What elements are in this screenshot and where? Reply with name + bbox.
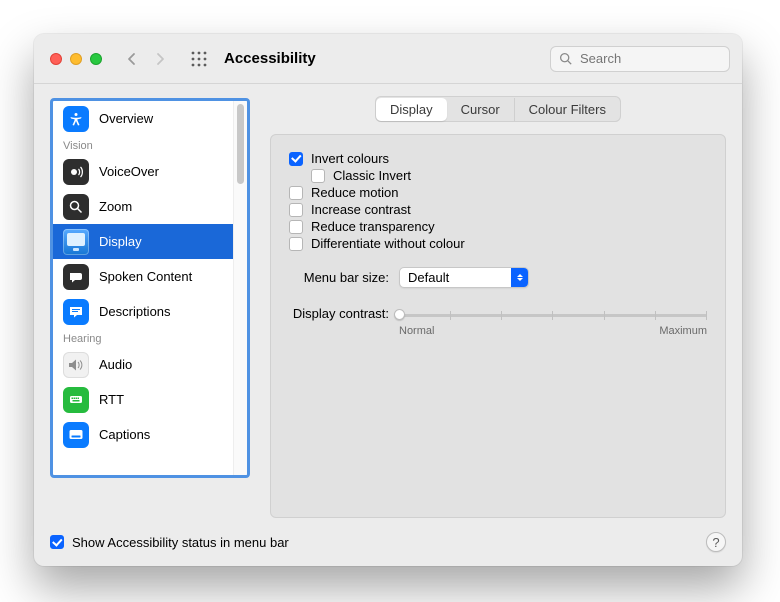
increase-contrast-row[interactable]: Increase contrast	[289, 202, 707, 217]
menu-bar-size-select[interactable]: Default	[399, 267, 529, 288]
rtt-icon	[63, 387, 89, 413]
sidebar-label: Audio	[99, 357, 132, 372]
invert-colours-checkbox[interactable]	[289, 152, 303, 166]
settings-content: Display Cursor Colour Filters Invert col…	[270, 98, 726, 518]
captions-icon	[63, 422, 89, 448]
menu-bar-size-value: Default	[408, 270, 449, 285]
reduce-motion-checkbox[interactable]	[289, 186, 303, 200]
audio-icon	[63, 352, 89, 378]
sidebar-scrollbar[interactable]	[233, 101, 247, 475]
reduce-transparency-row[interactable]: Reduce transparency	[289, 219, 707, 234]
sidebar-item-descriptions[interactable]: Descriptions	[53, 294, 233, 329]
tab-segmented-control[interactable]: Display Cursor Colour Filters	[375, 96, 622, 122]
invert-colours-row[interactable]: Invert colours	[289, 151, 707, 166]
window-title: Accessibility	[224, 50, 316, 67]
sidebar-item-spoken-content[interactable]: Spoken Content	[53, 259, 233, 294]
slider-knob[interactable]	[394, 309, 405, 320]
search-icon	[559, 52, 572, 65]
display-contrast-slider[interactable]	[399, 308, 707, 322]
sidebar-label: Captions	[99, 427, 150, 442]
minimize-window-button[interactable]	[70, 53, 82, 65]
sidebar-section-vision: Vision	[53, 136, 233, 154]
back-button[interactable]	[120, 48, 144, 70]
sidebar-item-zoom[interactable]: Zoom	[53, 189, 233, 224]
display-contrast-label: Display contrast:	[289, 306, 389, 321]
preferences-window: Accessibility Overview V	[34, 34, 742, 566]
show-status-row[interactable]: Show Accessibility status in menu bar	[50, 535, 289, 550]
show-status-checkbox[interactable]	[50, 535, 64, 549]
window-controls	[50, 53, 102, 65]
sidebar-item-overview[interactable]: Overview	[53, 101, 233, 136]
titlebar: Accessibility	[34, 34, 742, 84]
spoken-content-icon	[63, 264, 89, 290]
diff-without-colour-checkbox[interactable]	[289, 237, 303, 251]
help-button[interactable]: ?	[706, 532, 726, 552]
sidebar-section-hearing: Hearing	[53, 329, 233, 347]
display-contrast-row: Display contrast: Normal Maximum	[289, 304, 707, 337]
menu-bar-size-row: Menu bar size: Default	[289, 267, 707, 288]
reduce-motion-row[interactable]: Reduce motion	[289, 185, 707, 200]
slider-max-label: Maximum	[659, 325, 707, 337]
sidebar-label: Overview	[99, 111, 153, 126]
display-settings-panel: Invert colours Classic Invert Reduce mot…	[270, 134, 726, 518]
forward-button[interactable]	[148, 48, 172, 70]
tab-cursor[interactable]: Cursor	[447, 98, 514, 121]
zoom-window-button[interactable]	[90, 53, 102, 65]
category-sidebar: Overview Vision VoiceOver	[50, 98, 250, 478]
search-field[interactable]	[550, 46, 730, 72]
close-window-button[interactable]	[50, 53, 62, 65]
sidebar-label: Zoom	[99, 199, 132, 214]
sidebar-label: RTT	[99, 392, 124, 407]
diff-without-colour-row[interactable]: Differentiate without colour	[289, 236, 707, 251]
reduce-motion-label: Reduce motion	[311, 185, 398, 200]
menu-bar-size-label: Menu bar size:	[289, 270, 389, 285]
sidebar-label: Spoken Content	[99, 269, 192, 284]
show-all-button[interactable]	[186, 48, 212, 70]
display-icon	[63, 229, 89, 255]
voiceover-icon	[63, 159, 89, 185]
category-list[interactable]: Overview Vision VoiceOver	[53, 101, 233, 475]
tab-colour-filters[interactable]: Colour Filters	[514, 98, 620, 121]
slider-min-label: Normal	[399, 325, 434, 337]
diff-without-colour-label: Differentiate without colour	[311, 236, 465, 251]
nav-buttons	[120, 48, 172, 70]
sidebar-item-voiceover[interactable]: VoiceOver	[53, 154, 233, 189]
descriptions-icon	[63, 299, 89, 325]
sidebar-label: Descriptions	[99, 304, 171, 319]
footer: Show Accessibility status in menu bar ?	[34, 524, 742, 566]
classic-invert-row[interactable]: Classic Invert	[311, 168, 707, 183]
classic-invert-checkbox[interactable]	[311, 169, 325, 183]
show-status-label: Show Accessibility status in menu bar	[72, 535, 289, 550]
sidebar-label: Display	[99, 234, 142, 249]
sidebar-item-captions[interactable]: Captions	[53, 417, 233, 452]
zoom-icon	[63, 194, 89, 220]
search-input[interactable]	[578, 50, 721, 67]
increase-contrast-label: Increase contrast	[311, 202, 411, 217]
sidebar-item-rtt[interactable]: RTT	[53, 382, 233, 417]
tab-display[interactable]: Display	[376, 98, 447, 121]
reduce-transparency-checkbox[interactable]	[289, 220, 303, 234]
slider-ticks	[399, 311, 707, 320]
sidebar-item-display[interactable]: Display	[53, 224, 233, 259]
scrollbar-thumb[interactable]	[237, 104, 244, 184]
select-stepper-icon	[511, 268, 528, 287]
classic-invert-label: Classic Invert	[333, 168, 411, 183]
increase-contrast-checkbox[interactable]	[289, 203, 303, 217]
sidebar-item-audio[interactable]: Audio	[53, 347, 233, 382]
sidebar-label: VoiceOver	[99, 164, 159, 179]
reduce-transparency-label: Reduce transparency	[311, 219, 435, 234]
accessibility-icon	[63, 106, 89, 132]
invert-colours-label: Invert colours	[311, 151, 389, 166]
slider-range-labels: Normal Maximum	[399, 325, 707, 337]
